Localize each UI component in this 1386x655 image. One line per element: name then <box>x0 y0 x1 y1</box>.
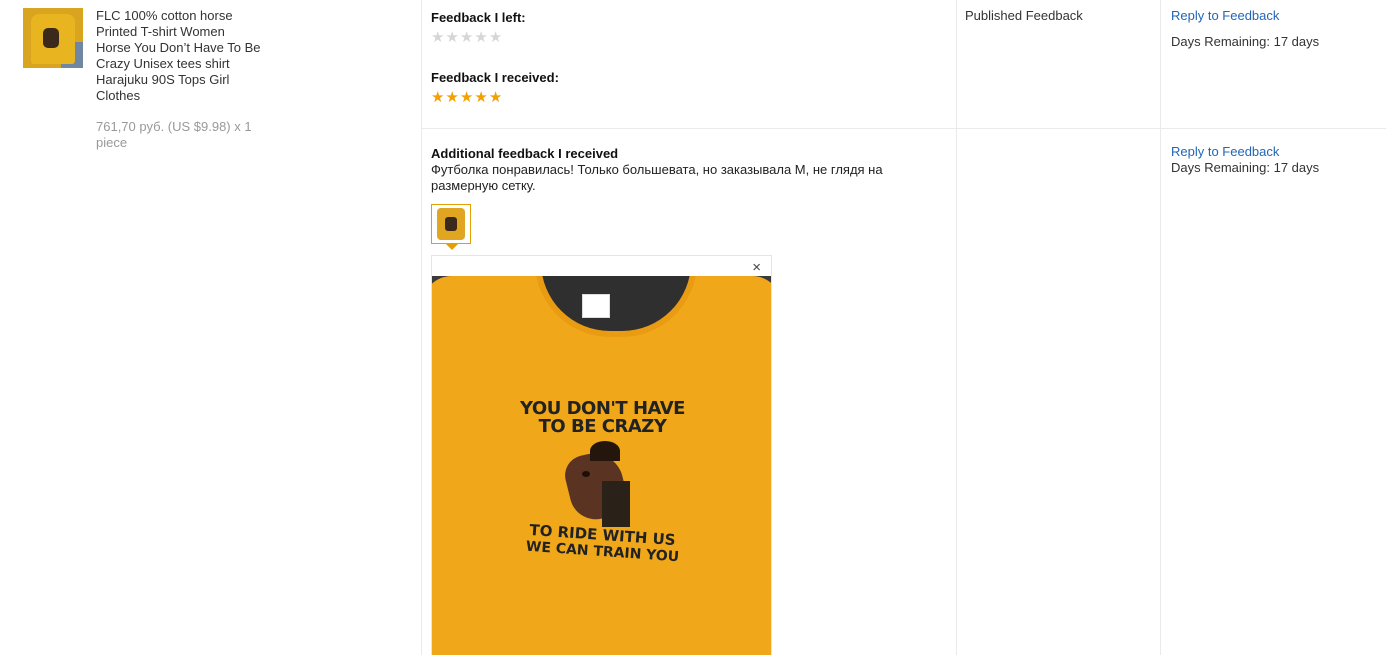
star-full-icon: ★ <box>474 89 488 106</box>
days-remaining: Days Remaining: 17 days <box>1171 34 1320 49</box>
row-divider <box>421 128 1386 129</box>
star-empty-icon: ★ <box>431 29 445 46</box>
feedback-received-label: Feedback I received: <box>431 70 559 85</box>
additional-feedback-text: Футболка понравилась! Только большевата,… <box>431 162 883 193</box>
star-empty-icon: ★ <box>474 29 488 46</box>
star-empty-icon: ★ <box>445 29 459 46</box>
column-divider <box>956 0 957 655</box>
feedback-left-stars: ★ ★ ★ ★ ★ <box>431 30 502 45</box>
additional-feedback-label: Additional feedback I received <box>431 146 619 161</box>
feedback-status: Published Feedback <box>965 8 1083 23</box>
reply-to-feedback-link[interactable]: Reply to Feedback <box>1171 144 1279 159</box>
star-full-icon: ★ <box>445 89 459 106</box>
photo-preview-panel: × YOU DON'T HAVE TO BE CRAZY TO RIDE WIT… <box>431 255 772 655</box>
shirt-slogan-line: TO BE CRAZY <box>538 416 667 437</box>
product-thumbnail[interactable] <box>23 8 83 68</box>
column-divider <box>1160 0 1161 655</box>
column-divider <box>421 0 422 655</box>
feedback-photo[interactable]: YOU DON'T HAVE TO BE CRAZY TO RIDE WITH … <box>432 276 771 655</box>
star-empty-icon: ★ <box>459 29 474 46</box>
days-remaining: Days Remaining: 17 days <box>1171 160 1320 175</box>
feedback-photo-thumbnail[interactable] <box>431 204 471 244</box>
feedback-received-stars: ★ ★ ★ ★ ★ <box>431 90 502 105</box>
product-price: 761,70 руб. (US $9.98) x 1 piece <box>96 119 252 150</box>
star-full-icon: ★ <box>459 89 474 106</box>
star-full-icon: ★ <box>488 89 503 106</box>
shirt-tag <box>582 294 610 318</box>
star-empty-icon: ★ <box>488 29 503 46</box>
reply-to-feedback-link[interactable]: Reply to Feedback <box>1171 8 1279 23</box>
product-title-link[interactable]: FLC 100% cotton horse Printed T-shirt Wo… <box>96 8 261 104</box>
thumbnail-pointer <box>446 244 458 250</box>
horse-graphic <box>560 441 638 531</box>
close-icon[interactable]: × <box>752 259 761 276</box>
star-full-icon: ★ <box>431 89 445 106</box>
feedback-left-label: Feedback I left: <box>431 10 526 25</box>
